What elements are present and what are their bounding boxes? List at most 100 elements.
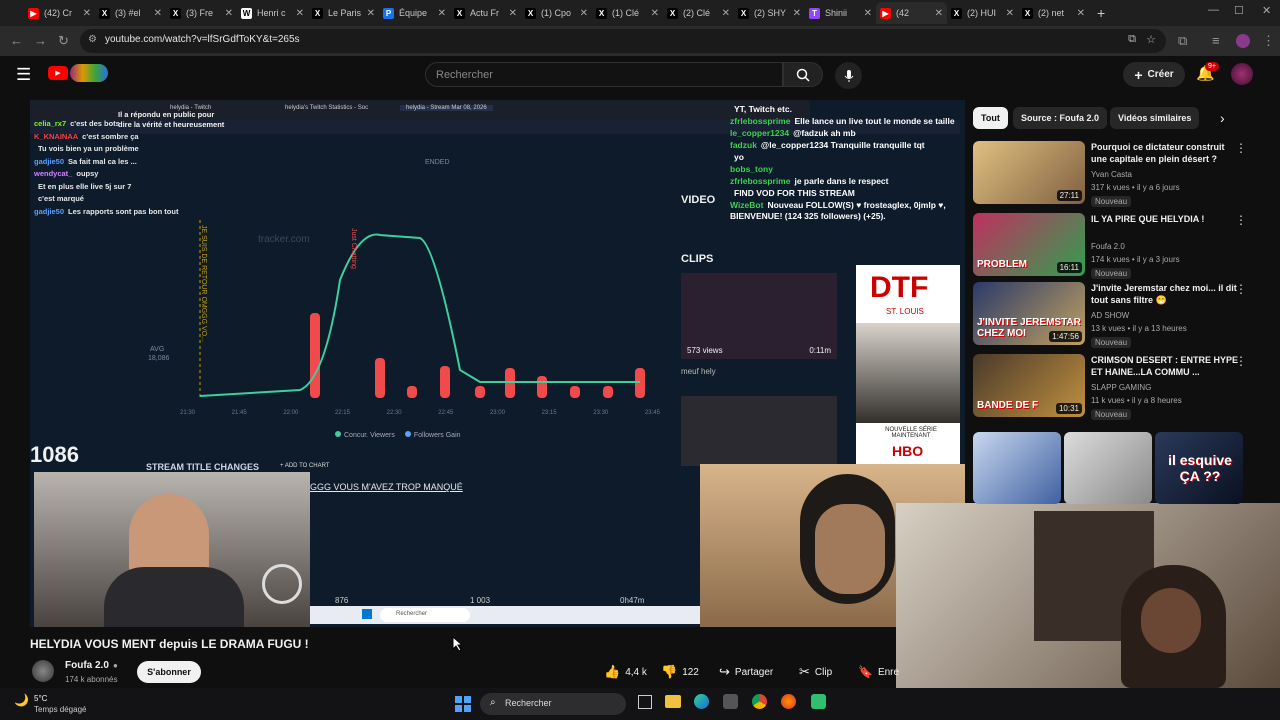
browser-tab[interactable]: P Équipe ✕ <box>379 2 450 24</box>
search-input[interactable]: Rechercher <box>425 62 783 87</box>
file-explorer-icon[interactable] <box>665 695 681 708</box>
clip-thumbnail-2[interactable] <box>681 396 837 466</box>
like-button[interactable]: 👍 4,4 k <box>598 660 653 684</box>
video-thumbnail[interactable]: BANDE DE F 10:31 <box>973 354 1085 417</box>
channel-name[interactable]: Yvan Casta <box>1091 170 1132 179</box>
tab-close-icon[interactable]: ✕ <box>722 8 730 19</box>
tab-close-icon[interactable]: ✕ <box>296 8 304 19</box>
more-actions-icon[interactable]: ⋮ <box>1235 141 1247 155</box>
tab-close-icon[interactable]: ✕ <box>580 8 588 19</box>
channel-name[interactable]: Foufa 2.0 <box>1091 242 1125 251</box>
browser-tab[interactable]: X (3) Fre ✕ <box>166 2 237 24</box>
browser-tab[interactable]: ▶ (42 ✕ <box>876 2 947 24</box>
tab-close-icon[interactable]: ✕ <box>935 8 943 19</box>
filter-chip[interactable]: Tout <box>973 107 1008 129</box>
search-button[interactable] <box>783 62 823 87</box>
forward-icon[interactable]: → <box>34 33 47 48</box>
recommended-video[interactable]: 27:11 Pourquoi ce dictateur construit une… <box>973 141 1248 209</box>
save-button[interactable]: 🔖 Enre <box>852 660 905 684</box>
channel-name[interactable]: Foufa 2.0 <box>65 660 109 671</box>
new-tab-button[interactable]: + <box>1097 5 1105 21</box>
install-app-icon[interactable]: ⧉ <box>1128 33 1136 46</box>
browser-tab[interactable]: X (1) Cpo ✕ <box>521 2 592 24</box>
recommended-video[interactable]: BANDE DE F 10:31 CRIMSON DESERT : ENTRE HY… <box>973 354 1248 422</box>
extensions-icon[interactable]: ⧉ <box>1178 33 1187 49</box>
store-icon[interactable] <box>723 694 738 709</box>
browser-tab[interactable]: X (2) net ✕ <box>1018 2 1089 24</box>
browser-menu-icon[interactable]: ⋮ <box>1262 33 1275 49</box>
tab-close-icon[interactable]: ✕ <box>1077 8 1085 19</box>
omnibox[interactable]: ⚙ youtube.com/watch?v=lfSrGdfToKY&t=265s… <box>80 29 1166 53</box>
browser-tab[interactable]: X (2) SHY ✕ <box>734 2 805 24</box>
weather-icon[interactable]: 🌙 <box>14 693 29 707</box>
hbo-ad-banner[interactable]: DTF ST. LOUIS NOUVELLE SÉRIE MAINTENANT … <box>856 265 960 465</box>
create-button[interactable]: + Créer <box>1123 62 1185 87</box>
browser-tab[interactable]: W Henri c ✕ <box>237 2 308 24</box>
browser-tab[interactable]: X (3) #el ✕ <box>95 2 166 24</box>
tab-close-icon[interactable]: ✕ <box>864 8 872 19</box>
video-thumbnail[interactable]: PROBLEM 16:11 <box>973 213 1085 276</box>
video-player[interactable]: helydia - Twitch helydia's Twitch Statis… <box>30 100 965 627</box>
video-title[interactable]: CRIMSON DESERT : ENTRE HYPE ET HAINE...L… <box>1091 354 1239 378</box>
browser-tab[interactable]: T Shinii ✕ <box>805 2 876 24</box>
add-to-chart-button[interactable]: + ADD TO CHART <box>280 463 330 469</box>
tab-close-icon[interactable]: ✕ <box>367 8 375 19</box>
tab-close-icon[interactable]: ✕ <box>154 8 162 19</box>
more-actions-icon[interactable]: ⋮ <box>1235 282 1247 296</box>
bookmark-star-icon[interactable]: ☆ <box>1146 33 1156 46</box>
tab-close-icon[interactable]: ✕ <box>1006 8 1014 19</box>
filter-chip[interactable]: Vidéos similaires <box>1110 107 1200 129</box>
recommended-video[interactable]: PROBLEM 16:11 IL YA PIRE QUE HELYDIA ! Fouf… <box>973 213 1248 281</box>
tab-close-icon[interactable]: ✕ <box>509 8 517 19</box>
tab-close-icon[interactable]: ✕ <box>83 8 91 19</box>
tab-close-icon[interactable]: ✕ <box>651 8 659 19</box>
recommended-video[interactable]: J'INVITE JEREMSTAR CHEZ MOI 1:47:56 J'invi… <box>973 282 1248 350</box>
short-thumbnail-1[interactable] <box>973 432 1061 504</box>
browser-tab[interactable]: X (2) HUI ✕ <box>947 2 1018 24</box>
chrome-icon[interactable] <box>752 694 767 709</box>
clip-thumbnail-1[interactable]: 573 views 0:11m <box>681 273 837 359</box>
more-actions-icon[interactable]: ⋮ <box>1235 354 1247 368</box>
account-avatar[interactable] <box>1231 63 1253 85</box>
tab-close-icon[interactable]: ✕ <box>793 8 801 19</box>
video-title[interactable]: IL YA PIRE QUE HELYDIA ! <box>1091 213 1239 225</box>
back-icon[interactable]: ← <box>10 33 23 48</box>
minimize-icon[interactable]: — <box>1208 4 1219 16</box>
filter-chip[interactable]: Source : Foufa 2.0 <box>1013 107 1108 129</box>
reload-icon[interactable]: ↻ <box>58 33 69 49</box>
video-thumbnail[interactable]: J'INVITE JEREMSTAR CHEZ MOI 1:47:56 <box>973 282 1085 345</box>
voice-search-button[interactable] <box>835 62 862 89</box>
channel-name[interactable]: SLAPP GAMING <box>1091 383 1151 392</box>
chip-next-icon[interactable]: › <box>1220 110 1225 126</box>
share-button[interactable]: ↪ Partager <box>713 660 779 684</box>
maximize-icon[interactable]: ☐ <box>1234 4 1244 17</box>
browser-tab[interactable]: ▶ (42) Cr ✕ <box>24 2 95 24</box>
browser-tab[interactable]: X Actu Fr ✕ <box>450 2 521 24</box>
taskbar-search[interactable]: ⌕ Rechercher <box>480 693 626 715</box>
tab-close-icon[interactable]: ✕ <box>225 8 233 19</box>
subscribe-button[interactable]: S'abonner <box>137 661 201 683</box>
task-view-icon[interactable] <box>638 695 652 709</box>
profile-switch-icon[interactable]: ≡ <box>1212 33 1220 48</box>
hamburger-menu-icon[interactable]: ☰ <box>16 65 31 85</box>
close-icon[interactable]: ✕ <box>1262 4 1271 17</box>
edge-icon[interactable] <box>694 694 709 709</box>
tab-close-icon[interactable]: ✕ <box>438 8 446 19</box>
short-thumbnail-2[interactable] <box>1064 432 1152 504</box>
profile-avatar[interactable] <box>1236 34 1250 48</box>
more-actions-icon[interactable]: ⋮ <box>1235 213 1247 227</box>
browser-tab[interactable]: X (2) Clé ✕ <box>663 2 734 24</box>
windows-start-icon[interactable] <box>455 696 471 712</box>
browser-tab[interactable]: X Le Paris ✕ <box>308 2 379 24</box>
video-title[interactable]: Pourquoi ce dictateur construit une capi… <box>1091 141 1239 165</box>
youtube-logo[interactable]: ▶ <box>48 66 68 80</box>
doodle-logo[interactable] <box>70 64 108 82</box>
url-text[interactable]: youtube.com/watch?v=lfSrGdfToKY&t=265s <box>105 34 300 45</box>
dislike-button[interactable]: 👎 122 <box>655 660 705 684</box>
video-thumbnail[interactable]: 27:11 <box>973 141 1085 204</box>
channel-avatar[interactable] <box>32 660 54 682</box>
firefox-icon[interactable] <box>781 694 796 709</box>
app-icon[interactable] <box>811 694 826 709</box>
site-info-icon[interactable]: ⚙ <box>88 34 97 45</box>
short-thumbnail-3[interactable]: il esquive ÇA ?? <box>1155 432 1243 504</box>
